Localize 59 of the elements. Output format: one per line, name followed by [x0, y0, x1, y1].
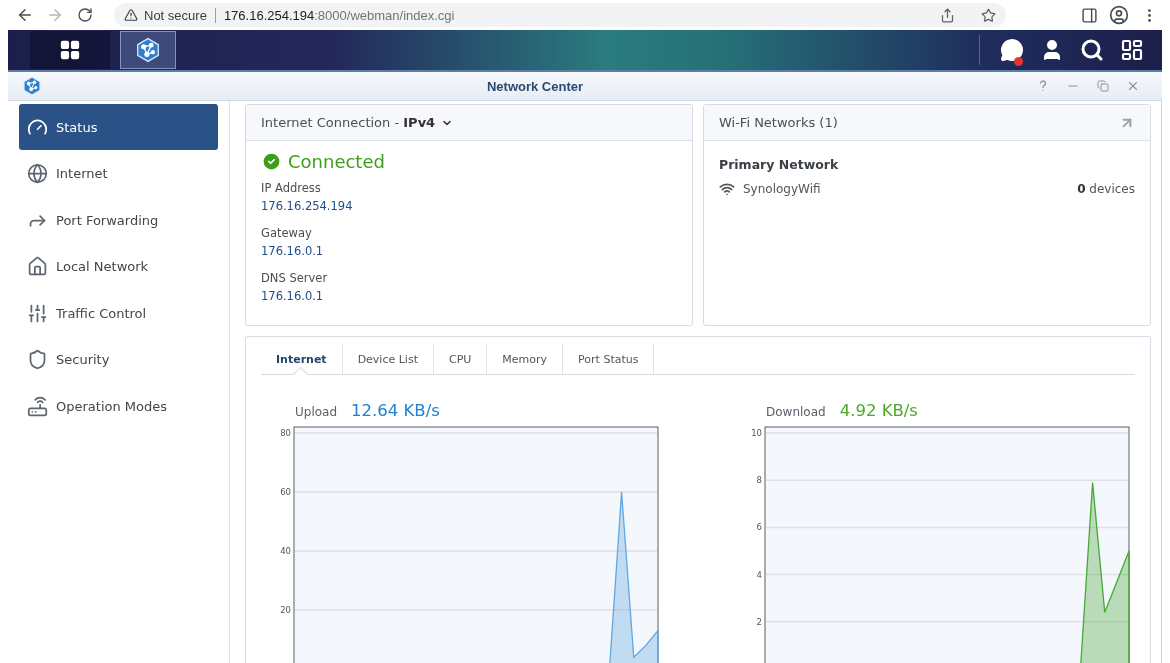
sidebar-item[interactable]: Port Forwarding: [19, 197, 218, 244]
sliders-icon: [27, 302, 48, 324]
field-value: 176.16.254.194: [261, 199, 354, 213]
axis-tick-label: 8: [756, 475, 762, 486]
axis-tick-label: 60: [280, 487, 291, 497]
status-text: Connected: [288, 151, 385, 172]
security-label: Not secure: [144, 7, 207, 23]
axis-tick-label: 6: [756, 522, 762, 533]
app-button[interactable]: [120, 31, 176, 69]
network-app-icon: [22, 76, 42, 96]
field-label: DNS Server: [261, 271, 329, 285]
field-label: IP Address: [261, 181, 322, 195]
window-title: Network Center: [485, 78, 585, 94]
shield-icon: [27, 349, 48, 371]
axis-tick-label: 4: [756, 569, 762, 580]
warning-icon: [124, 8, 138, 22]
sidebar-item[interactable]: Status: [19, 104, 218, 150]
sidebar-item[interactable]: Local Network: [19, 243, 218, 290]
chat-icon[interactable]: [1000, 38, 1024, 62]
router-icon: [27, 396, 48, 418]
sidebar-item[interactable]: Traffic Control: [19, 290, 218, 337]
wifi-icon: [719, 181, 735, 197]
chart-label: Upload: [295, 405, 338, 419]
field-value: 176.16.0.1: [261, 289, 325, 303]
sidebar-item[interactable]: Internet: [19, 150, 218, 197]
widgets-icon[interactable]: [1120, 38, 1144, 62]
network-name: SynologyWifi: [743, 182, 822, 196]
rate-reading: 12.64 KB/s: [351, 401, 440, 420]
url-text: 176.16.254.194:8000/webman/index.cgi: [223, 7, 455, 23]
star-icon[interactable]: [981, 7, 996, 23]
axis-tick-label: 10: [751, 428, 762, 438]
tab[interactable]: CPU: [434, 344, 488, 374]
sidebar-item[interactable]: Operation Modes: [19, 383, 218, 430]
field-label: Gateway: [261, 226, 313, 240]
sidebar-item[interactable]: Security: [19, 336, 218, 383]
grid-icon: [59, 39, 81, 61]
tab[interactable]: Port Status: [563, 344, 655, 374]
chart-label: Download: [766, 405, 826, 419]
tab[interactable]: Device List: [342, 344, 434, 374]
device-count: 0 devices: [1077, 182, 1135, 196]
check-icon: [261, 151, 282, 172]
address-bar[interactable]: Not secure 176.16.254.194:8000/webman/index.cgi: [114, 3, 1006, 27]
axis-tick-label: 2: [756, 616, 762, 627]
share-icon[interactable]: [940, 7, 955, 23]
axis-tick-label: 20: [280, 605, 291, 615]
network-app-icon: [135, 37, 161, 63]
field-value: 176.16.0.1: [261, 244, 325, 258]
main-menu-button[interactable]: [30, 31, 110, 69]
house-icon: [27, 256, 48, 278]
rate-reading: 4.92 KB/s: [839, 401, 918, 420]
globe-icon: [27, 163, 48, 185]
section-title: Primary Network: [719, 157, 840, 172]
tab[interactable]: Internet: [261, 344, 343, 374]
tab[interactable]: Memory: [487, 344, 564, 374]
panel-title: Wi-Fi Networks (1): [719, 115, 838, 130]
axis-tick-label: 40: [280, 546, 291, 556]
search-icon[interactable]: [1080, 38, 1104, 62]
panel-title: Internet Connection - IPv4: [261, 115, 436, 130]
axis-tick-label: 80: [280, 428, 291, 438]
